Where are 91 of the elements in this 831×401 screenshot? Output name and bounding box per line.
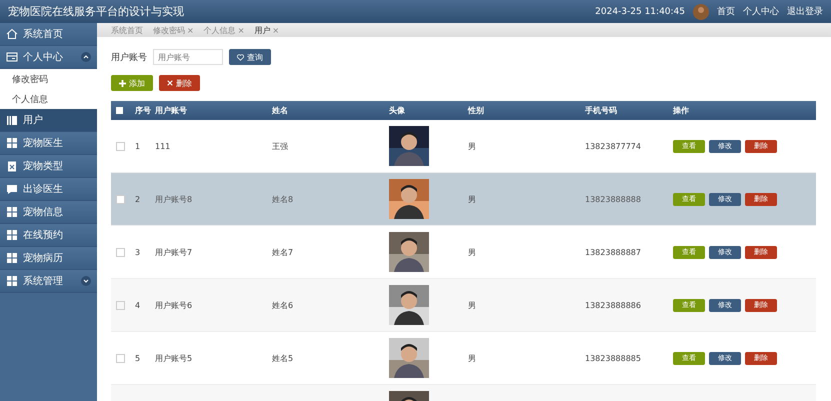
column-header: 姓名 bbox=[272, 105, 289, 116]
table-cell-text: 姓名6 bbox=[272, 300, 294, 310]
chevron-up-icon[interactable] bbox=[81, 52, 91, 62]
table-cell-text: 2 bbox=[135, 194, 142, 204]
sidebar-item[interactable]: 个人中心 bbox=[0, 46, 97, 69]
search-field[interactable]: 用户账号 bbox=[153, 49, 223, 65]
table-cell-text: 用户账号8 bbox=[155, 194, 194, 204]
app-title: 宠物医院在线服务平台的设计与实现 bbox=[8, 4, 184, 19]
table-cell-text: 1 bbox=[135, 142, 142, 150]
table-cell-text: 用户账号7 bbox=[155, 246, 194, 258]
table-cell-text: 13823888888 bbox=[585, 194, 642, 204]
table-cell-text: 用户账号6 bbox=[155, 300, 194, 310]
checkbox[interactable] bbox=[116, 300, 125, 310]
sidebar-label: 个人中心 bbox=[23, 50, 63, 64]
sidebar-item[interactable]: 宠物类型 bbox=[0, 155, 97, 178]
checkbox[interactable] bbox=[116, 142, 125, 150]
chat-icon bbox=[6, 183, 18, 195]
table-cell-text: 姓名8 bbox=[272, 194, 294, 204]
sidebar-label: 在线预约 bbox=[23, 228, 63, 242]
table-cell-text: 111 bbox=[155, 142, 172, 150]
table-cell-text: 4 bbox=[135, 300, 142, 310]
sidebar-item[interactable]: 用户 bbox=[0, 109, 97, 132]
submenu-item[interactable]: 个人信息 bbox=[0, 89, 97, 109]
sidebar-item[interactable]: 宠物病历 bbox=[0, 247, 97, 270]
breadcrumb-tab[interactable]: 个人信息 bbox=[204, 24, 236, 36]
table-cell-text: 3 bbox=[135, 248, 142, 256]
column-header: 性别 bbox=[468, 105, 485, 116]
grid-icon bbox=[6, 252, 18, 264]
sidebar-item[interactable]: 在线预约 bbox=[0, 224, 97, 247]
sidebar-item[interactable]: 系统首页 bbox=[0, 23, 97, 46]
sidebar-item[interactable]: 系统管理 bbox=[0, 270, 97, 293]
header-link[interactable]: 退出登录 bbox=[787, 5, 823, 18]
breadcrumb-tab[interactable]: 系统首页 bbox=[111, 24, 143, 36]
column-header: 操作 bbox=[673, 105, 690, 116]
grid-icon bbox=[6, 137, 18, 149]
grid-icon bbox=[6, 275, 18, 287]
table-cell-text: 13823888885 bbox=[585, 354, 642, 362]
sidebar-item[interactable]: 宠物医生 bbox=[0, 132, 97, 155]
table-cell-text: 13823888887 bbox=[585, 248, 642, 256]
column-header: 序号 bbox=[135, 105, 152, 116]
checkbox[interactable] bbox=[116, 354, 125, 362]
column-header: 用户账号 bbox=[155, 105, 188, 116]
clipboard-icon bbox=[6, 160, 18, 172]
column-header: 头像 bbox=[389, 105, 406, 116]
breadcrumb-tab[interactable]: 用户 bbox=[254, 24, 270, 36]
table-cell-text: 男 bbox=[468, 352, 477, 364]
home-icon bbox=[6, 28, 18, 40]
sidebar-label: 系统管理 bbox=[23, 274, 63, 288]
close-icon bbox=[167, 80, 173, 86]
table-cell-text: 13823877774 bbox=[585, 142, 642, 150]
breadcrumb-tab[interactable]: 修改密码 bbox=[153, 24, 185, 36]
datetime: 2024-3-25 11:40:45 bbox=[595, 6, 685, 16]
chevron-down-icon[interactable] bbox=[81, 276, 91, 286]
sidebar-label: 用户 bbox=[23, 114, 43, 127]
sidebar-label: 宠物医生 bbox=[23, 136, 63, 150]
close-tab-button[interactable]: × bbox=[272, 26, 280, 34]
delete-button[interactable]: 删除 bbox=[159, 75, 200, 91]
heart-icon bbox=[237, 54, 244, 60]
sidebar-item[interactable]: 宠物信息 bbox=[0, 201, 97, 224]
submenu-item[interactable]: 修改密码 bbox=[0, 69, 97, 89]
sidebar-label: 出诊医生 bbox=[23, 182, 63, 196]
header-link[interactable]: 个人中心 bbox=[743, 5, 779, 18]
checkbox[interactable] bbox=[116, 107, 123, 114]
sidebar-label: 宠物类型 bbox=[23, 160, 63, 173]
card-icon bbox=[6, 51, 18, 63]
plus-icon bbox=[119, 80, 126, 86]
table-cell-text: 姓名7 bbox=[272, 246, 294, 258]
book-icon bbox=[6, 114, 18, 126]
sidebar-label: 宠物信息 bbox=[23, 206, 63, 219]
table-cell-text: 用户账号5 bbox=[155, 352, 194, 364]
checkbox[interactable] bbox=[116, 248, 125, 256]
add-button[interactable]: 添加 bbox=[111, 75, 153, 91]
table-cell-text: 男 bbox=[468, 194, 477, 204]
checkbox[interactable] bbox=[116, 194, 125, 204]
sidebar-item[interactable]: 出诊医生 bbox=[0, 178, 97, 201]
table-cell-text: 男 bbox=[468, 140, 477, 152]
sidebar-label: 宠物病历 bbox=[23, 252, 63, 265]
search-label: 用户账号 bbox=[111, 52, 147, 64]
table-cell-text: 王强 bbox=[272, 140, 289, 152]
table-cell-text: 5 bbox=[135, 354, 142, 362]
grid-icon bbox=[6, 206, 18, 218]
table-cell-text: 男 bbox=[468, 246, 477, 258]
search-button[interactable]: 查询 bbox=[229, 49, 271, 65]
header-link[interactable]: 首页 bbox=[717, 5, 735, 18]
sidebar-label: 系统首页 bbox=[23, 28, 63, 41]
table-cell-text: 姓名5 bbox=[272, 352, 294, 364]
table-cell-text: 男 bbox=[468, 300, 477, 310]
table-cell-text: 13823888886 bbox=[585, 300, 642, 310]
grid-icon bbox=[6, 229, 18, 241]
avatar-icon[interactable] bbox=[693, 4, 709, 20]
column-header: 手机号码 bbox=[585, 105, 618, 116]
